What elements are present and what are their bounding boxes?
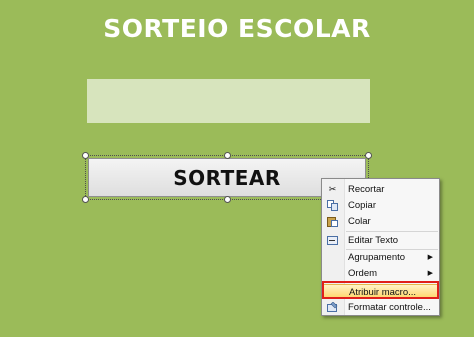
edit-text-icon xyxy=(327,235,338,246)
menu-item-colar[interactable]: Colar xyxy=(323,214,438,229)
menu-item-recortar[interactable]: ✂ Recortar xyxy=(323,182,438,197)
menu-item-editar-texto[interactable]: Editar Texto xyxy=(323,233,438,248)
resize-handle-top-middle[interactable] xyxy=(224,152,231,159)
menu-item-formatar-controle[interactable]: Formatar controle... xyxy=(323,300,438,315)
menu-separator xyxy=(346,231,438,232)
page-title: SORTEIO ESCOLAR xyxy=(103,14,371,43)
scissors-icon: ✂ xyxy=(328,184,337,194)
format-control-icon xyxy=(327,301,338,313)
submenu-arrow-icon: ▶ xyxy=(427,270,433,277)
menu-item-copiar[interactable]: Copiar xyxy=(323,198,438,213)
resize-handle-top-left[interactable] xyxy=(82,152,89,159)
resize-handle-bottom-middle[interactable] xyxy=(224,196,231,203)
menu-item-ordem[interactable]: Ordem ▶ xyxy=(323,266,438,281)
paste-icon xyxy=(327,216,338,227)
submenu-arrow-icon: ▶ xyxy=(427,254,433,261)
highlight-annotation-box xyxy=(322,281,439,299)
menu-item-agrupamento[interactable]: Agrupamento ▶ xyxy=(323,250,438,265)
resize-handle-bottom-left[interactable] xyxy=(82,196,89,203)
copy-icon xyxy=(327,200,338,211)
result-box xyxy=(87,79,370,123)
resize-handle-top-right[interactable] xyxy=(365,152,372,159)
